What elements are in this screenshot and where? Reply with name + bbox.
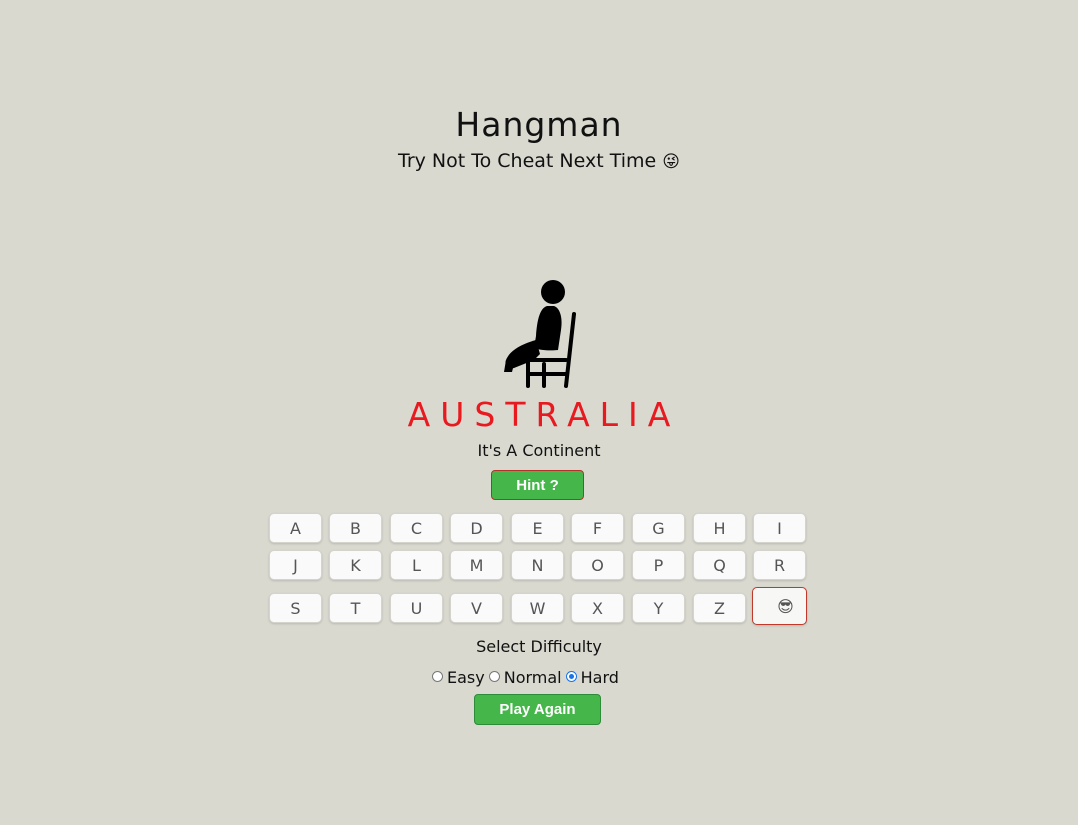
difficulty-label-normal[interactable]: Normal bbox=[504, 668, 562, 687]
letter-key-j[interactable]: J bbox=[269, 550, 322, 580]
letter-key-d[interactable]: D bbox=[450, 513, 503, 543]
letter-key-w[interactable]: W bbox=[511, 593, 564, 623]
difficulty-options: Easy Normal Hard bbox=[430, 665, 621, 689]
letter-key-g[interactable]: G bbox=[632, 513, 685, 543]
difficulty-radio-hard[interactable] bbox=[565, 670, 577, 682]
letter-key-a[interactable]: A bbox=[269, 513, 322, 543]
letter-key-f[interactable]: F bbox=[571, 513, 624, 543]
figure-torso bbox=[534, 306, 562, 351]
hangman-page: Hangman Try Not To Cheat Next Time 😜 AUS… bbox=[0, 0, 1078, 825]
letter-key-m[interactable]: M bbox=[450, 550, 503, 580]
letter-key-y[interactable]: Y bbox=[632, 593, 685, 623]
answer-word: AUSTRALIA bbox=[407, 395, 681, 434]
letter-key-s[interactable]: S bbox=[269, 593, 322, 623]
letter-key-r[interactable]: R bbox=[753, 550, 806, 580]
letter-key-t[interactable]: T bbox=[329, 593, 382, 623]
letter-key-v[interactable]: V bbox=[450, 593, 503, 623]
difficulty-label-hard[interactable]: Hard bbox=[581, 668, 619, 687]
letter-key-b[interactable]: B bbox=[329, 513, 382, 543]
letter-key-p[interactable]: P bbox=[632, 550, 685, 580]
sunglasses-emoji-key-icon[interactable]: 😎 bbox=[752, 587, 807, 625]
letter-key-h[interactable]: H bbox=[693, 513, 746, 543]
letter-key-e[interactable]: E bbox=[511, 513, 564, 543]
letter-key-n[interactable]: N bbox=[511, 550, 564, 580]
difficulty-label: Select Difficulty bbox=[476, 637, 602, 656]
letter-key-l[interactable]: L bbox=[390, 550, 443, 580]
letter-key-o[interactable]: O bbox=[571, 550, 624, 580]
difficulty-radio-easy[interactable] bbox=[432, 670, 443, 682]
figure-head bbox=[541, 280, 565, 304]
difficulty-label-easy[interactable]: Easy bbox=[447, 668, 485, 687]
letter-key-i[interactable]: I bbox=[753, 513, 806, 543]
letter-key-q[interactable]: Q bbox=[693, 550, 746, 580]
category-hint-text: It's A Continent bbox=[477, 441, 601, 460]
difficulty-radio-normal[interactable] bbox=[488, 670, 500, 682]
page-title: Hangman bbox=[455, 105, 623, 144]
seated-figure-image bbox=[504, 280, 576, 388]
letter-key-z[interactable]: Z bbox=[693, 593, 746, 623]
hint-button[interactable]: Hint ? bbox=[491, 470, 584, 500]
letter-key-k[interactable]: K bbox=[329, 550, 382, 580]
subtitle-text: Try Not To Cheat Next Time bbox=[398, 150, 657, 172]
letter-key-c[interactable]: C bbox=[390, 513, 443, 543]
letter-key-u[interactable]: U bbox=[390, 593, 443, 623]
winking-tongue-emoji-icon: 😜 bbox=[662, 152, 680, 172]
page-subtitle: Try Not To Cheat Next Time 😜 bbox=[0, 148, 1078, 175]
play-again-button[interactable]: Play Again bbox=[474, 694, 601, 725]
letter-key-x[interactable]: X bbox=[571, 593, 624, 623]
